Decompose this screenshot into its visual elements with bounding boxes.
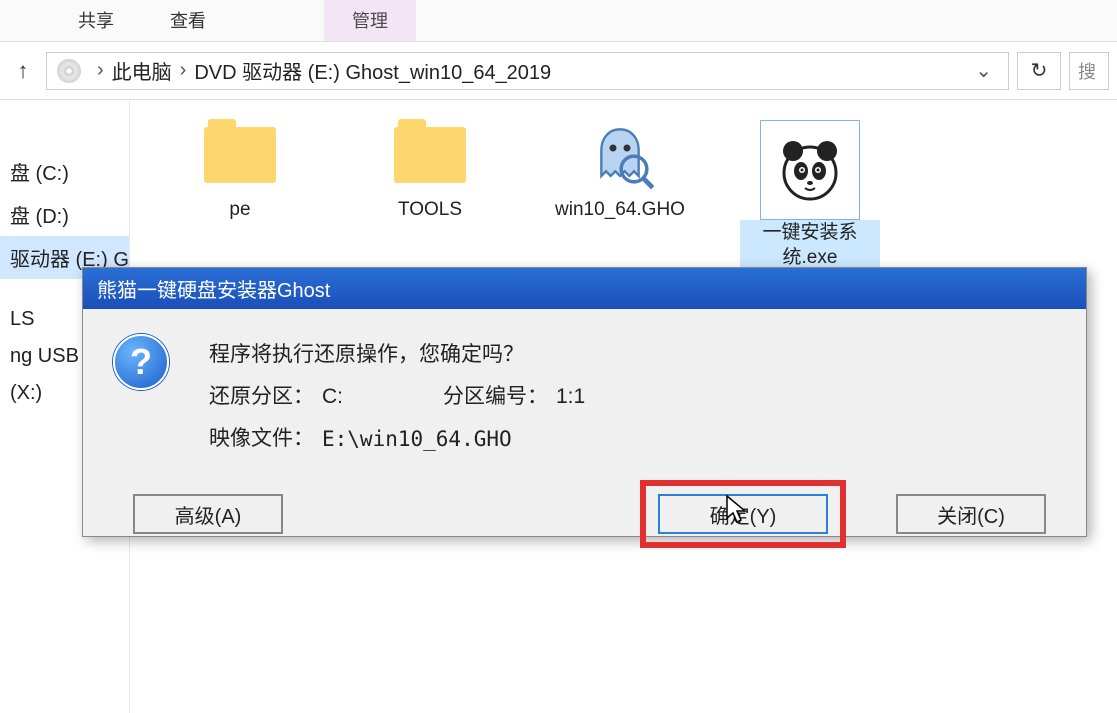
file-installer-exe[interactable]: 一键安装系统.exe	[740, 120, 880, 271]
disc-icon	[57, 59, 81, 83]
refresh-button[interactable]: ↻	[1017, 52, 1061, 90]
dialog-text: 程序将执行还原操作，您确定吗？ 还原分区： C: 分区编号： 1:1 映像文件：…	[209, 334, 585, 460]
file-label: pe	[229, 198, 250, 223]
breadcrumb[interactable]: › 此电脑 › DVD 驱动器 (E:) Ghost_win10_64_2019…	[46, 52, 1009, 90]
image-label: 映像文件：	[209, 418, 314, 460]
nav-item-drive-d[interactable]: 盘 (D:)	[0, 193, 129, 236]
panda-icon	[760, 120, 860, 220]
file-gho[interactable]: win10_64.GHO	[550, 120, 690, 223]
partnum-label: 分区编号：	[443, 376, 548, 418]
tab-manage[interactable]: 管理	[324, 0, 416, 41]
ribbon-tabs: 共享 查看 管理	[0, 0, 1117, 42]
breadcrumb-root[interactable]: 此电脑	[112, 56, 172, 85]
dialog-message: 程序将执行还原操作，您确定吗？	[209, 334, 585, 376]
file-label: win10_64.GHO	[555, 198, 685, 223]
breadcrumb-path[interactable]: DVD 驱动器 (E:) Ghost_win10_64_2019	[194, 56, 551, 85]
partition-value: C:	[322, 376, 343, 418]
file-label: TOOLS	[398, 198, 462, 223]
image-value: E:\win10_64.GHO	[322, 418, 512, 460]
highlight-annotation: 确定(Y)	[640, 480, 846, 548]
confirm-dialog: 熊猫一键硬盘安装器Ghost ? 程序将执行还原操作，您确定吗？ 还原分区： C…	[82, 267, 1087, 537]
file-label: 一键安装系统.exe	[740, 220, 880, 271]
nav-item-drive-c[interactable]: 盘 (C:)	[0, 150, 129, 193]
search-input[interactable]: 搜	[1069, 52, 1109, 90]
tab-view[interactable]: 查看	[142, 0, 234, 41]
tab-share[interactable]: 共享	[50, 0, 142, 41]
breadcrumb-sep: ›	[180, 59, 187, 82]
folder-icon	[394, 127, 466, 183]
confirm-button[interactable]: 确定(Y)	[658, 494, 828, 534]
question-icon: ?	[113, 334, 169, 390]
partition-label: 还原分区：	[209, 376, 314, 418]
folder-pe[interactable]: pe	[170, 120, 310, 223]
close-button[interactable]: 关闭(C)	[896, 494, 1046, 534]
partnum-value: 1:1	[556, 376, 585, 418]
folder-icon	[204, 127, 276, 183]
breadcrumb-dropdown[interactable]: ⌄	[969, 58, 998, 83]
breadcrumb-sep: ›	[97, 59, 104, 82]
advanced-button[interactable]: 高级(A)	[133, 494, 283, 534]
dialog-title: 熊猫一键硬盘安装器Ghost	[83, 268, 1086, 309]
ghost-icon	[580, 120, 660, 190]
nav-up-arrow[interactable]: ↑	[8, 56, 38, 86]
address-bar: ↑ › 此电脑 › DVD 驱动器 (E:) Ghost_win10_64_20…	[0, 42, 1117, 100]
folder-tools[interactable]: TOOLS	[360, 120, 500, 223]
